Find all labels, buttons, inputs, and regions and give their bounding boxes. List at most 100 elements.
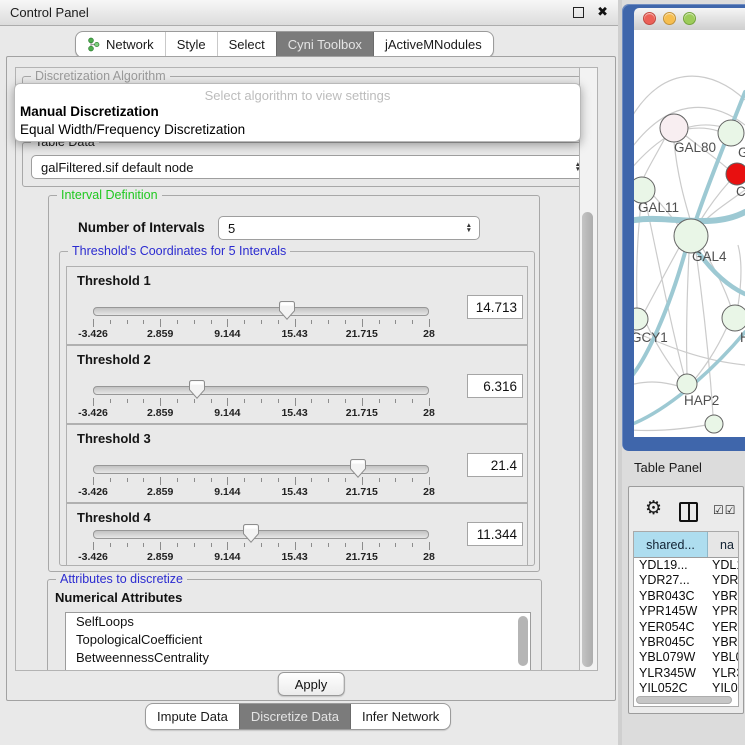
tick-mark bbox=[177, 543, 178, 547]
table-data-combo[interactable]: galFiltered.sif default node ▲▼ bbox=[31, 155, 581, 179]
settings-vertical-scrollbar[interactable] bbox=[579, 67, 598, 671]
threshold-label: Threshold 4 bbox=[77, 510, 151, 525]
scrollbar-thumb[interactable] bbox=[636, 696, 732, 704]
traffic-light-minimize-icon[interactable] bbox=[663, 12, 676, 25]
network-node-gcy1[interactable] bbox=[634, 308, 648, 330]
table-row[interactable]: YBR045CYBR0 bbox=[634, 635, 738, 650]
threshold-value-field[interactable]: 11.344 bbox=[467, 522, 523, 546]
tick-mark bbox=[244, 543, 245, 547]
algorithm-option-equal-width-frequency-discretization[interactable]: Equal Width/Frequency Discretization bbox=[20, 122, 245, 137]
close-icon[interactable]: ✖ bbox=[597, 4, 608, 20]
scale-label: 2.859 bbox=[147, 551, 173, 563]
tick-mark bbox=[395, 543, 396, 547]
thresholds-groupbox: Threshold's Coordinates for 5 Intervals … bbox=[59, 251, 535, 566]
slider-thumb[interactable] bbox=[279, 301, 295, 320]
scrollbar-thumb[interactable] bbox=[582, 212, 593, 667]
algorithm-option-manual-discretization[interactable]: Manual Discretization bbox=[20, 104, 159, 119]
attribute-item-selfloops[interactable]: SelfLoops bbox=[66, 613, 530, 631]
tick-mark bbox=[295, 542, 296, 550]
node-attribute-table[interactable]: shared... na YDL19...YDL1YDR27...YDR2YBR… bbox=[633, 531, 739, 707]
slider-track[interactable] bbox=[93, 465, 429, 474]
table-row[interactable]: YDR27...YDR2 bbox=[634, 573, 738, 588]
tick-mark bbox=[110, 543, 111, 547]
tick-mark bbox=[429, 319, 430, 327]
table-row[interactable]: YLR345WYLR3 bbox=[634, 666, 738, 681]
network-node-c[interactable] bbox=[726, 163, 745, 185]
table-row[interactable]: YIL052CYIL0 bbox=[634, 681, 738, 696]
tab-label: Discretize Data bbox=[251, 709, 339, 724]
tick-mark bbox=[395, 399, 396, 403]
tick-mark bbox=[244, 399, 245, 403]
table-row[interactable]: YDL19...YDL1 bbox=[634, 558, 738, 573]
threshold-slider[interactable]: -3.4262.8599.14415.4321.71528 bbox=[93, 303, 429, 339]
tab-label: Select bbox=[229, 37, 265, 52]
network-node-gal4[interactable] bbox=[674, 219, 708, 253]
number-of-intervals-combo[interactable]: 5 ▲▼ bbox=[218, 216, 480, 240]
scale-label: 15.43 bbox=[281, 551, 307, 563]
slider-thumb[interactable] bbox=[350, 459, 366, 478]
column-header-name[interactable]: na bbox=[708, 532, 738, 557]
tab-impute-data[interactable]: Impute Data bbox=[146, 704, 239, 729]
cell-shared-name: YPR145W bbox=[634, 604, 708, 619]
tick-mark bbox=[362, 477, 363, 485]
attribute-item-betweennesscentrality[interactable]: BetweennessCentrality bbox=[66, 649, 530, 667]
table-row[interactable]: YBL079WYBL0 bbox=[634, 650, 738, 665]
node-label: GAL11 bbox=[638, 200, 679, 215]
tick-mark bbox=[278, 399, 279, 403]
traffic-light-zoom-icon[interactable] bbox=[683, 12, 696, 25]
slider-track[interactable] bbox=[93, 386, 429, 395]
table-horizontal-scrollbar[interactable] bbox=[636, 696, 736, 704]
cell-name: YBL0 bbox=[708, 650, 738, 665]
tab-infer-network[interactable]: Infer Network bbox=[350, 704, 450, 729]
attribute-item-topologicalcoefficient[interactable]: TopologicalCoefficient bbox=[66, 631, 530, 649]
table-row[interactable]: YPR145WYPR1 bbox=[634, 604, 738, 619]
scale-label: -3.426 bbox=[78, 486, 108, 498]
tick-mark bbox=[143, 478, 144, 482]
column-header-shared-name[interactable]: shared... bbox=[634, 532, 708, 557]
combo-stepper-icon[interactable]: ▲▼ bbox=[466, 223, 472, 233]
list-scrollbar[interactable] bbox=[518, 616, 528, 666]
table-data-groupbox: Table Data galFiltered.sif default node … bbox=[22, 142, 581, 187]
numerical-attributes-list[interactable]: SelfLoopsTopologicalCoefficientBetweenne… bbox=[65, 612, 531, 671]
tick-mark bbox=[379, 399, 380, 403]
threshold-slider[interactable]: -3.4262.8599.14415.4321.71528 bbox=[93, 461, 429, 497]
scale-label: 21.715 bbox=[346, 551, 378, 563]
slider-track[interactable] bbox=[93, 307, 429, 316]
tick-mark bbox=[177, 478, 178, 482]
network-node-ga[interactable] bbox=[718, 120, 744, 146]
network-canvas[interactable]: GAL80GACGAL11GAL4GCY1HHAP2 bbox=[634, 30, 745, 437]
table-row[interactable]: YER054CYER0 bbox=[634, 620, 738, 635]
threshold-slider[interactable]: -3.4262.8599.14415.4321.71528 bbox=[93, 526, 429, 562]
split-columns-icon[interactable] bbox=[679, 502, 698, 522]
slider-thumb[interactable] bbox=[189, 380, 205, 399]
network-graph[interactable]: GAL80GACGAL11GAL4GCY1HHAP2 bbox=[634, 30, 745, 437]
apply-button[interactable]: Apply bbox=[278, 672, 345, 696]
float-window-icon[interactable] bbox=[573, 7, 584, 18]
tick-mark bbox=[278, 478, 279, 482]
tab-network[interactable]: Network bbox=[76, 32, 165, 57]
slider-thumb[interactable] bbox=[243, 524, 259, 543]
threshold-slider[interactable]: -3.4262.8599.14415.4321.71528 bbox=[93, 382, 429, 418]
table-row[interactable]: YBR043CYBR0 bbox=[634, 589, 738, 604]
tab-select[interactable]: Select bbox=[217, 32, 276, 57]
threshold-value-field[interactable]: 6.316 bbox=[467, 374, 523, 398]
tab-cyni-toolbox[interactable]: Cyni Toolbox bbox=[276, 32, 373, 57]
network-node-gal80[interactable] bbox=[660, 114, 688, 142]
tab-style[interactable]: Style bbox=[165, 32, 217, 57]
select-columns-icon[interactable]: ☑☑ bbox=[713, 503, 737, 517]
scale-label: 15.43 bbox=[281, 328, 307, 340]
threshold-value-field[interactable]: 21.4 bbox=[467, 453, 523, 477]
threshold-value-field[interactable]: 14.713 bbox=[467, 295, 523, 319]
tab-discretize-data[interactable]: Discretize Data bbox=[239, 704, 350, 729]
gear-icon[interactable]: ⚙ bbox=[645, 499, 662, 518]
slider-track[interactable] bbox=[93, 530, 429, 539]
cell-shared-name: YLR345W bbox=[634, 666, 708, 681]
network-node[interactable] bbox=[705, 415, 723, 433]
network-node-hap2[interactable] bbox=[677, 374, 697, 394]
network-node-h[interactable] bbox=[722, 305, 745, 331]
tick-mark bbox=[261, 543, 262, 547]
tab-jactivemnodules[interactable]: jActiveMNodules bbox=[373, 32, 493, 57]
traffic-light-close-icon[interactable] bbox=[643, 12, 656, 25]
cell-name: YPR1 bbox=[708, 604, 738, 619]
node-label: C bbox=[736, 184, 745, 199]
